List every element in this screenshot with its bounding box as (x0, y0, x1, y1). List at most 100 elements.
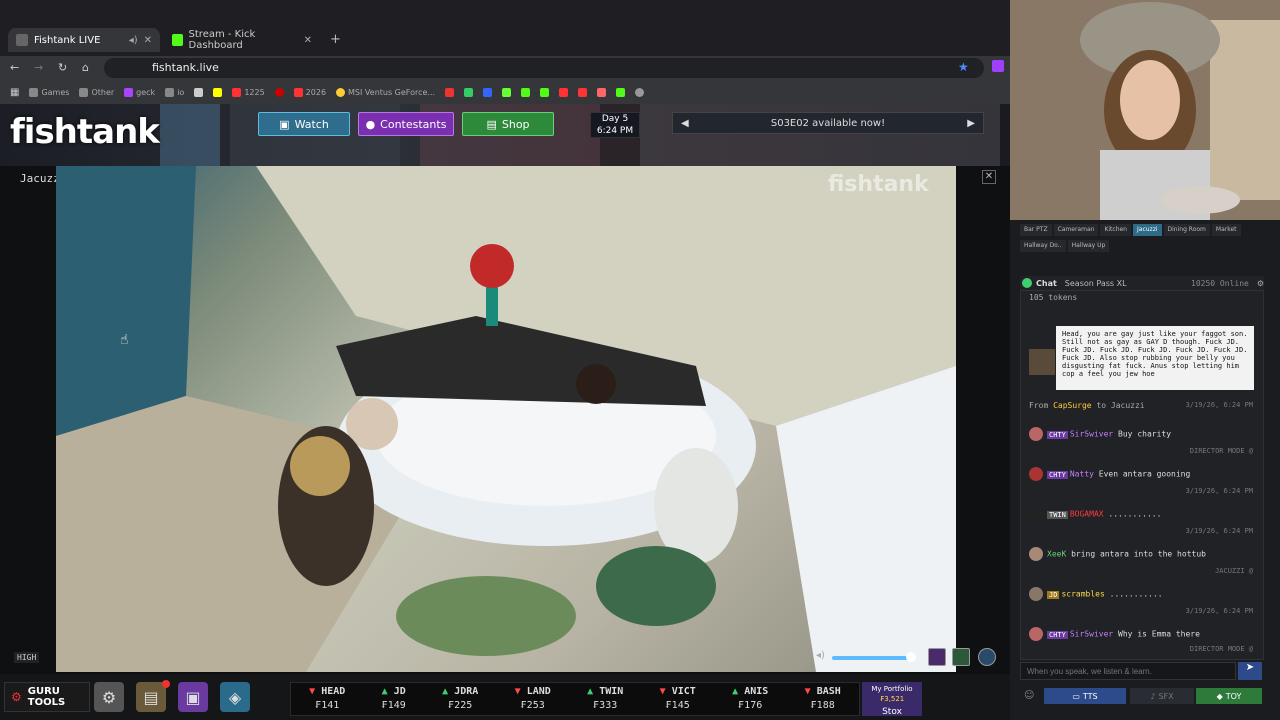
cam-tab[interactable]: Market (1211, 224, 1241, 236)
bookmark-games[interactable]: Games (29, 87, 69, 97)
speaker-icon[interactable]: ◂) (129, 35, 138, 46)
sfx-button[interactable]: ♪ SFX (1130, 688, 1194, 704)
settings-icon[interactable]: ⚙ (94, 682, 124, 712)
reload-icon[interactable]: ↻ (58, 61, 67, 74)
close-icon[interactable]: ✕ (982, 170, 996, 184)
volume-knob[interactable] (906, 652, 916, 662)
bookmark-github[interactable] (635, 87, 645, 97)
bookmark-other[interactable]: Other (79, 87, 114, 97)
video-player[interactable] (56, 166, 956, 672)
chat-username[interactable]: Natty (1070, 470, 1094, 479)
ticker-jd[interactable]: ▲ JD ₣149 (382, 683, 406, 715)
ticker-head[interactable]: ▼ HEAD ₣141 (309, 683, 345, 715)
tts-user[interactable]: CapSurge (1053, 401, 1092, 410)
send-icon[interactable]: ➤ (1238, 662, 1262, 680)
map-icon[interactable]: ◈ (220, 682, 250, 712)
cam-tab[interactable]: Kitchen (1100, 224, 1131, 236)
bookmark-app[interactable] (213, 87, 223, 97)
tab-kick-dashboard[interactable]: Stream - Kick Dashboard ✕ (164, 28, 320, 52)
cam-tab[interactable]: Hallway Up (1067, 240, 1110, 252)
ticker-jdra[interactable]: ▲ JDRA ₣225 (442, 683, 478, 715)
ticker-bash[interactable]: ▼ BASH ₣188 (805, 683, 841, 715)
bookmark-c[interactable] (483, 87, 493, 97)
bookmark-geck[interactable]: geck (124, 87, 156, 97)
forward-icon[interactable]: → (34, 61, 43, 74)
chat-username[interactable]: SirSwiver (1070, 430, 1113, 439)
bookmark-kick-2[interactable] (540, 87, 550, 97)
webcam-scene (1010, 0, 1280, 220)
chat-meta: 3/19/26, 6:24 PM (1185, 527, 1253, 535)
chat-username[interactable]: scrambles (1061, 590, 1104, 599)
avatar (1029, 467, 1043, 481)
bookmark-yt-2[interactable] (578, 87, 588, 97)
ticker-anis[interactable]: ▲ ANIS ₣176 (732, 683, 768, 715)
bookmark-d[interactable] (502, 87, 512, 97)
new-tab-icon[interactable]: + (330, 32, 341, 47)
back-icon[interactable]: ← (10, 61, 19, 74)
url-field[interactable]: fishtank.live (104, 58, 984, 78)
apps-grid-icon[interactable]: ▦ (10, 87, 19, 98)
right-gutter (956, 166, 1010, 674)
chat-username[interactable]: XeeK (1047, 550, 1066, 559)
quality-badge[interactable]: HIGH (14, 652, 40, 663)
guru-tools-button[interactable]: ⚙ GURU TOOLS (4, 682, 90, 712)
record-icon[interactable] (978, 648, 996, 666)
bookmark-yt-1[interactable] (559, 87, 569, 97)
bookmark-plane[interactable] (194, 87, 204, 97)
ticker-vict[interactable]: ▼ VICT ₣145 (660, 683, 696, 715)
cam-tab[interactable]: Cameraman (1053, 224, 1099, 236)
shop-bag-icon[interactable]: ▣ (178, 682, 208, 712)
tts-button[interactable]: ▭ TTS (1044, 688, 1126, 704)
cam-tab[interactable]: Hallway Do.. (1020, 240, 1066, 252)
chat-meta: JACUZZI @ (1215, 567, 1253, 575)
bookmark-kick-3[interactable] (616, 87, 626, 97)
ticker-twin[interactable]: ▲ TWIN ₣333 (587, 683, 623, 715)
contestants-button[interactable]: ● Contestants (358, 112, 454, 136)
bookmark-red[interactable] (274, 87, 284, 97)
cam-tab-active[interactable]: Jacuzzi (1133, 224, 1162, 236)
next-arrow-icon[interactable]: ▶ (967, 118, 975, 129)
season-pass-tab[interactable]: Season Pass XL (1065, 279, 1127, 288)
fishtank-logo[interactable]: fishtank (10, 112, 160, 152)
bookmark-label: geck (136, 87, 156, 97)
emoji-icon[interactable]: ☺ (1024, 690, 1034, 701)
bookmark-a[interactable] (445, 87, 455, 97)
bookmark-msi[interactable]: MSI Ventus GeForce... (336, 87, 435, 97)
chat-message: CHTY SirSwiver Why is Emma there (1029, 627, 1259, 641)
toy-button[interactable]: ◆ TOY (1196, 688, 1262, 704)
time-label: 6:24 PM (596, 126, 634, 136)
chat-input[interactable] (1020, 662, 1236, 680)
volume-icon[interactable]: ◂) (816, 650, 825, 661)
watch-button[interactable]: ▣ Watch (258, 112, 350, 136)
cam-tab[interactable]: Dining Room (1163, 224, 1210, 236)
fullscreen-icon[interactable] (952, 648, 970, 666)
clip-icon[interactable] (928, 648, 946, 666)
ticker-price: ₣176 (738, 700, 763, 711)
prev-arrow-icon[interactable]: ◀ (681, 118, 689, 129)
bookmark-b[interactable] (464, 87, 474, 97)
bookmark-1225[interactable]: 1225 (232, 87, 265, 97)
app-icon (213, 87, 223, 97)
bookmark-kick-1[interactable] (521, 87, 531, 97)
chat-settings-icon[interactable]: ⚙ (1257, 279, 1264, 288)
volume-slider[interactable] (832, 656, 912, 660)
bookmark-2026[interactable]: 2026 (293, 87, 326, 97)
bookmark-e[interactable] (597, 87, 607, 97)
extension-icon[interactable] (992, 60, 1004, 72)
close-tab-icon[interactable]: ✕ (144, 35, 152, 46)
announcement-bar: ◀ S03E02 available now! ▶ (672, 112, 984, 134)
bookmark-star-icon[interactable]: ★ (958, 60, 969, 74)
inventory-icon[interactable]: ▤ (136, 682, 166, 712)
close-tab-icon[interactable]: ✕ (304, 35, 312, 46)
portfolio-button[interactable]: My Portfolio ₣3,521 Stox (862, 682, 922, 717)
chat-username[interactable]: SirSwiver (1070, 630, 1113, 639)
chat-header: Chat Season Pass XL 10250 Online ⚙ (1020, 276, 1264, 290)
ticker-land[interactable]: ▼ LAND ₣253 (515, 683, 551, 715)
shop-button[interactable]: ▤ Shop (462, 112, 554, 136)
bookmark-io[interactable]: io (165, 87, 184, 97)
tab-fishtank[interactable]: Fishtank LIVE ◂) ✕ (8, 28, 160, 52)
announcement-text[interactable]: S03E02 available now! (771, 118, 885, 129)
chat-username[interactable]: BOGAMAX (1070, 510, 1104, 519)
cam-tab[interactable]: Bar PTZ (1020, 224, 1052, 236)
home-icon[interactable]: ⌂ (82, 61, 89, 74)
